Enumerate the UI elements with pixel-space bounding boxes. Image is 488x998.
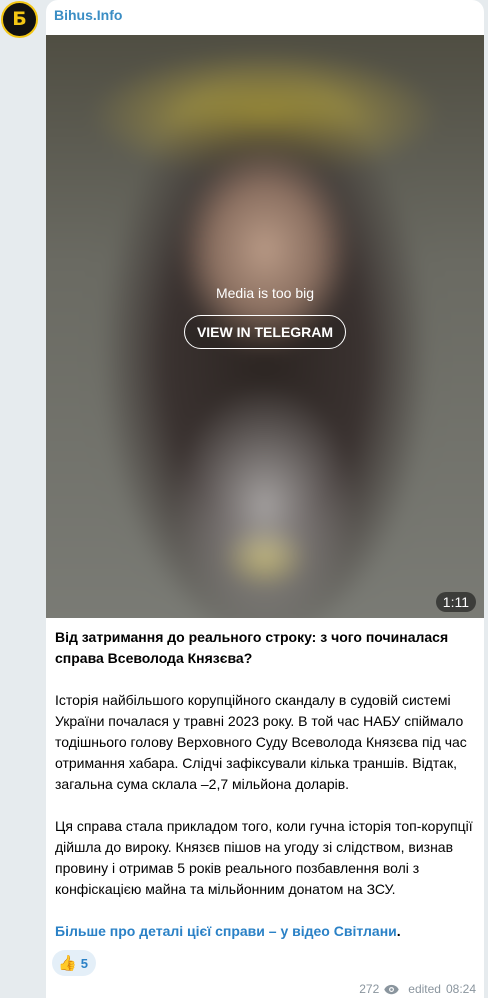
edited-label: edited [408, 982, 441, 996]
video-preview[interactable]: Media is too big VIEW IN TELEGRAM 1:11 [46, 35, 484, 618]
message-time: 08:24 [445, 982, 476, 996]
video-link[interactable]: Більше про деталі цієї справи – у відео … [55, 923, 397, 939]
message-meta: 272 edited 08:24 [359, 982, 476, 996]
view-count: 272 [359, 982, 380, 996]
post-title: Від затримання до реального строку: з чо… [55, 629, 449, 666]
message-bubble: Bihus.Info Media is too big VIEW IN TELE… [46, 0, 484, 998]
reaction-thumbs-up[interactable]: 👍 5 [52, 950, 96, 976]
message-feed: Б Bihus.Info Media is too big VIEW IN TE… [0, 0, 488, 998]
video-duration-badge: 1:11 [435, 592, 476, 612]
post-link-line: Більше про деталі цієї справи – у відео … [55, 921, 477, 942]
link-suffix: . [396, 923, 401, 939]
channel-avatar[interactable]: Б [1, 1, 38, 38]
channel-name[interactable]: Bihus.Info [54, 7, 122, 23]
reaction-count: 5 [80, 955, 88, 971]
media-too-big-notice: Media is too big [215, 285, 315, 301]
post-paragraph-2: Ця справа стала прикладом того, коли гуч… [55, 818, 473, 897]
post-paragraph-1: Історія найбільшого корупційного скандал… [55, 692, 467, 792]
media-overlay: Media is too big VIEW IN TELEGRAM [46, 285, 484, 349]
eye-icon [384, 984, 399, 994]
view-in-telegram-button[interactable]: VIEW IN TELEGRAM [183, 315, 347, 349]
channel-avatar-glyph: Б [12, 8, 27, 30]
thumbs-up-icon: 👍 [58, 954, 77, 972]
post-text: Від затримання до реального строку: з чо… [55, 627, 477, 942]
